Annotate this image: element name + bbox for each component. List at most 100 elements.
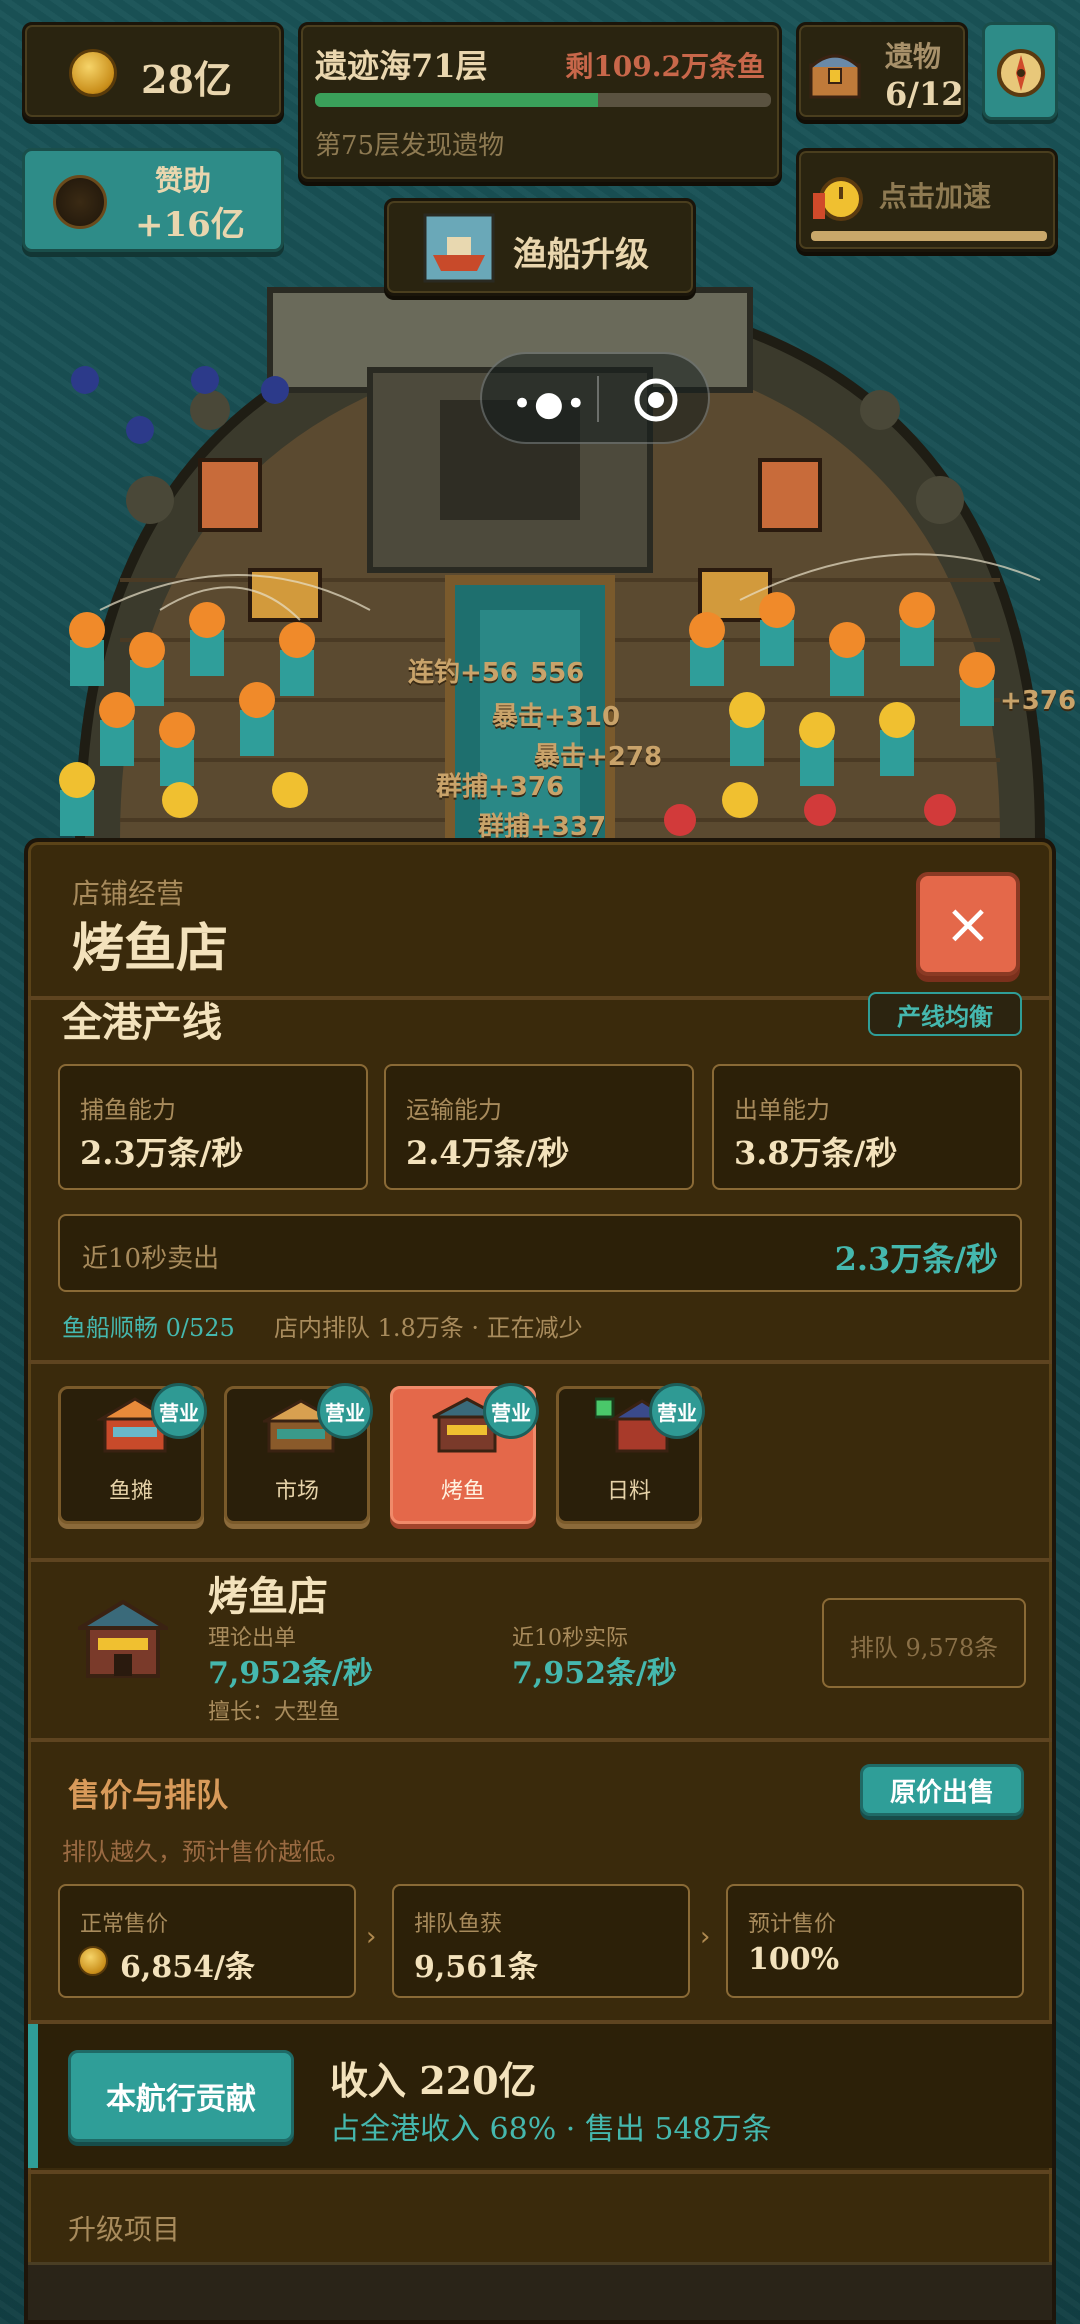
theoretical-value: 7,952条/秒 [208,1656,373,1691]
shop-tab-grilled-fish[interactable]: 营业 烤鱼 [390,1383,539,1524]
capacity-value: 2.3万条/秒 [80,1134,244,1172]
speedup-button[interactable]: 点击加速 [796,148,1058,252]
capacity-card-fishing: 捕鱼能力 2.3万条/秒 [58,1064,368,1190]
upgrade-heading: 升级项目 [68,2213,181,2246]
ruins-remaining: 剩109.2万条鱼 [565,50,765,83]
specialty: 擅长：大型鱼 [208,1700,341,1725]
coin-icon [69,49,117,97]
coin-icon [78,1946,108,1976]
capacity-label: 出单能力 [734,1096,830,1124]
contribution-accent-bar [28,2024,38,2168]
balance-line-button[interactable]: 产线均衡 [868,992,1022,1036]
compass-button[interactable] [982,22,1058,120]
sponsor-coin-icon [53,175,107,229]
price-card-expected: 预计售价 100% [726,1884,1024,1998]
speedup-track [811,231,1047,241]
sponsor-button[interactable]: 赞助 +16亿 [22,148,284,252]
recent-sales-value: 2.3万条/秒 [834,1240,998,1278]
sell-original-price-label: 原价出售 [889,1777,994,1808]
section-divider [28,1360,1052,1364]
speedup-label: 点击加速 [879,180,992,213]
coins-value: 28亿 [141,57,232,102]
shop-tab-label: 鱼摊 [108,1479,153,1504]
price-card-normal: 正常售价 6,854/条 [58,1884,356,1998]
coins-counter[interactable]: 28亿 [22,22,284,120]
close-icon: × [944,891,992,957]
capsule-divider [597,376,599,422]
upgrade-ship-label: 渔船升级 [513,235,649,275]
section-divider [28,1738,1052,1742]
status-boat: 鱼船顺畅 0/525 [62,1314,235,1342]
price-card-label: 排队鱼获 [414,1912,503,1937]
treasure-chest-icon [809,54,861,99]
sell-original-price-button[interactable]: 原价出售 [860,1764,1024,1816]
more-menu-button[interactable]: •●• [512,384,588,424]
recent-sales-row: 近10秒卖出 2.3万条/秒 [58,1214,1022,1292]
actual-value: 7,952条/秒 [512,1656,677,1691]
shop-tab-label: 烤鱼 [440,1479,485,1504]
section-divider [28,1558,1052,1562]
capacity-value: 2.4万条/秒 [406,1134,570,1172]
ruins-title: 遗迹海71层 [315,47,488,85]
chevron-right-icon: › [700,1922,711,1952]
queue-badge: 排队 9,578条 [822,1598,1026,1688]
ruins-progress-bar [315,93,771,107]
recent-sales-label: 近10秒卖出 [82,1244,220,1274]
open-badge: 营业 [483,1383,539,1439]
price-card-value: 6,854/条 [120,1950,255,1985]
float-label: 暴击+310 [492,702,621,732]
float-label: 连钓+56 [408,658,518,688]
price-card-queued: 排队鱼获 9,561条 [392,1884,690,1998]
close-panel-button[interactable]: × [916,872,1020,976]
capacity-card-orders: 出单能力 3.8万条/秒 [712,1064,1022,1190]
ruins-progress-fill [315,93,598,107]
balance-line-label: 产线均衡 [897,1001,993,1031]
compass-icon [997,49,1045,97]
float-label: 群捕+376 [436,772,565,802]
relics-count: 6/12 [885,75,964,113]
close-miniapp-button[interactable] [632,376,680,424]
section-divider [28,2170,1052,2174]
relics-button[interactable]: 遗物 6/12 [796,22,968,120]
capacity-label: 捕鱼能力 [80,1096,176,1124]
shop-tab-label: 市场 [274,1479,319,1504]
open-badge: 营业 [317,1383,373,1439]
shop-tab-fish-stall[interactable]: 营业 鱼摊 [58,1383,207,1524]
port-line-heading: 全港产线 [62,999,222,1046]
price-card-label: 正常售价 [80,1912,169,1937]
shop-tab-japanese[interactable]: 营业 日料 [556,1383,705,1524]
open-badge: 营业 [151,1383,207,1439]
queue-badge-label: 排队 9,578条 [849,1634,999,1662]
capacity-card-transport: 运输能力 2.4万条/秒 [384,1064,694,1190]
contribution-detail: 占全港收入 68% · 售出 548万条 [330,2112,772,2147]
shop-management-panel: 店铺经营 烤鱼店 × 全港产线 产线均衡 捕鱼能力 2.3万条/秒 运输能力 2… [24,838,1056,2324]
contribution-income: 收入 220亿 [330,2058,537,2103]
sponsor-value: +16亿 [135,205,245,245]
float-label: +376 [1000,686,1077,716]
capacity-label: 运输能力 [406,1096,502,1124]
shop-tab-market[interactable]: 营业 市场 [224,1383,373,1524]
ruins-progress-card[interactable]: 遗迹海71层 剩109.2万条鱼 第75层发现遗物 [298,22,782,182]
voyage-contribution-button[interactable]: 本航行贡献 [68,2050,294,2142]
relics-label: 遗物 [885,40,942,73]
upgrade-list-peek [28,2262,1052,2320]
ship-upgrade-icon [423,213,495,283]
pricing-note: 排队越久，预计售价越低。 [62,1838,350,1866]
shop-detail-name: 烤鱼店 [208,1573,328,1620]
price-card-value: 100% [748,1942,840,1977]
price-card-value: 9,561条 [414,1950,538,1985]
price-card-label: 预计售价 [748,1912,837,1937]
sponsor-label: 赞助 [155,164,212,197]
open-badge: 营业 [649,1383,705,1439]
upgrade-ship-button[interactable]: 渔船升级 [384,198,696,296]
grilled-fish-shop-large-icon [78,1599,168,1678]
float-label: 556 [530,658,585,688]
stopwatch-icon [813,177,863,221]
capacity-value: 3.8万条/秒 [734,1134,898,1172]
status-queue: 店内排队 1.8万条 · 正在减少 [274,1314,583,1342]
shop-tab-label: 日料 [606,1479,651,1504]
pricing-heading: 售价与排队 [68,1776,229,1814]
ruins-subtitle: 第75层发现遗物 [315,131,505,161]
voyage-contribution-label: 本航行贡献 [106,2082,256,2117]
miniapp-capsule: •●• [480,352,710,444]
